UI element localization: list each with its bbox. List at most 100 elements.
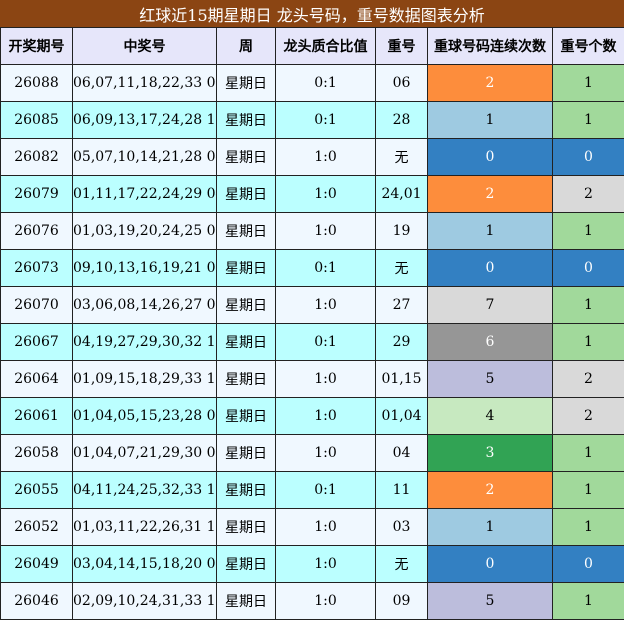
table-body: 2608806,07,11,18,22,33 05星期日0:1062126085…	[1, 65, 624, 620]
repeat-cell: 无	[376, 139, 428, 176]
ratio-cell: 0:1	[276, 472, 376, 509]
numbers-cell: 01,04,07,21,29,30 01	[73, 435, 217, 472]
table-row: 2604602,09,10,24,31,33 16星期日1:00951	[1, 583, 624, 620]
consecutive-cell: 7	[428, 287, 553, 324]
repeat-count-cell: 2	[553, 398, 624, 435]
ratio-cell: 0:1	[276, 250, 376, 287]
repeat-count-cell: 0	[553, 250, 624, 287]
consecutive-cell: 0	[428, 139, 553, 176]
ratio-cell: 1:0	[276, 509, 376, 546]
repeat-cell: 24,01	[376, 176, 428, 213]
repeat-count-cell: 1	[553, 472, 624, 509]
table-row: 2607003,06,08,14,26,27 08星期日1:02771	[1, 287, 624, 324]
repeat-count-cell: 2	[553, 361, 624, 398]
numbers-cell: 01,09,15,18,29,33 15	[73, 361, 217, 398]
table-row: 2606101,04,05,15,23,28 07星期日1:001,0442	[1, 398, 624, 435]
numbers-cell: 01,03,19,20,24,25 07	[73, 213, 217, 250]
issue-cell: 26076	[1, 213, 73, 250]
repeat-count-cell: 1	[553, 435, 624, 472]
ratio-cell: 0:1	[276, 324, 376, 361]
header-ratio: 龙头质合比值	[276, 28, 376, 65]
repeat-cell: 01,15	[376, 361, 428, 398]
table-row: 2608205,07,10,14,21,28 04星期日1:0无00	[1, 139, 624, 176]
ratio-cell: 1:0	[276, 398, 376, 435]
repeat-count-cell: 2	[553, 176, 624, 213]
weekday-cell: 星期日	[217, 65, 276, 102]
weekday-cell: 星期日	[217, 361, 276, 398]
table-row: 2605201,03,11,22,26,31 11星期日1:00311	[1, 509, 624, 546]
table-row: 2605504,11,24,25,32,33 13星期日0:11121	[1, 472, 624, 509]
weekday-cell: 星期日	[217, 139, 276, 176]
weekday-cell: 星期日	[217, 213, 276, 250]
issue-cell: 26052	[1, 509, 73, 546]
numbers-cell: 01,04,05,15,23,28 07	[73, 398, 217, 435]
issue-cell: 26073	[1, 250, 73, 287]
table-row: 2607309,10,13,16,19,21 08星期日0:1无00	[1, 250, 624, 287]
ratio-cell: 1:0	[276, 176, 376, 213]
repeat-count-cell: 1	[553, 324, 624, 361]
repeat-cell: 06	[376, 65, 428, 102]
table-row: 2605801,04,07,21,29,30 01星期日1:00431	[1, 435, 624, 472]
repeat-cell: 29	[376, 324, 428, 361]
table-title: 红球近15期星期日 龙头号码，重号数据图表分析	[0, 0, 624, 28]
repeat-count-cell: 1	[553, 287, 624, 324]
issue-cell: 26085	[1, 102, 73, 139]
weekday-cell: 星期日	[217, 509, 276, 546]
table-row: 2604903,04,14,15,18,20 02星期日1:0无00	[1, 546, 624, 583]
weekday-cell: 星期日	[217, 250, 276, 287]
table-row: 2607901,11,17,22,24,29 04星期日1:024,0122	[1, 176, 624, 213]
issue-cell: 26079	[1, 176, 73, 213]
header-repeat: 重号	[376, 28, 428, 65]
weekday-cell: 星期日	[217, 176, 276, 213]
numbers-cell: 09,10,13,16,19,21 08	[73, 250, 217, 287]
repeat-count-cell: 0	[553, 139, 624, 176]
repeat-cell: 11	[376, 472, 428, 509]
numbers-cell: 01,11,17,22,24,29 04	[73, 176, 217, 213]
repeat-cell: 27	[376, 287, 428, 324]
table-row: 2607601,03,19,20,24,25 07星期日1:01911	[1, 213, 624, 250]
lottery-data-table: 开奖期号 中奖号 周 龙头质合比值 重号 重球号码连续次数 重号个数 26088…	[0, 27, 624, 620]
repeat-count-cell: 0	[553, 546, 624, 583]
numbers-cell: 05,07,10,14,21,28 04	[73, 139, 217, 176]
header-issue: 开奖期号	[1, 28, 73, 65]
repeat-cell: 19	[376, 213, 428, 250]
issue-cell: 26070	[1, 287, 73, 324]
repeat-count-cell: 1	[553, 102, 624, 139]
issue-cell: 26058	[1, 435, 73, 472]
repeat-count-cell: 1	[553, 583, 624, 620]
issue-cell: 26064	[1, 361, 73, 398]
weekday-cell: 星期日	[217, 398, 276, 435]
ratio-cell: 1:0	[276, 435, 376, 472]
repeat-cell: 无	[376, 250, 428, 287]
numbers-cell: 03,04,14,15,18,20 02	[73, 546, 217, 583]
issue-cell: 26061	[1, 398, 73, 435]
table-row: 2608506,09,13,17,24,28 15星期日0:12811	[1, 102, 624, 139]
issue-cell: 26046	[1, 583, 73, 620]
repeat-count-cell: 1	[553, 65, 624, 102]
numbers-cell: 02,09,10,24,31,33 16	[73, 583, 217, 620]
table-row: 2606401,09,15,18,29,33 15星期日1:001,1552	[1, 361, 624, 398]
numbers-cell: 06,09,13,17,24,28 15	[73, 102, 217, 139]
weekday-cell: 星期日	[217, 546, 276, 583]
issue-cell: 26088	[1, 65, 73, 102]
ratio-cell: 1:0	[276, 583, 376, 620]
ratio-cell: 0:1	[276, 65, 376, 102]
table-row: 2608806,07,11,18,22,33 05星期日0:10621	[1, 65, 624, 102]
numbers-cell: 06,07,11,18,22,33 05	[73, 65, 217, 102]
analysis-table-panel: 红球近15期星期日 龙头号码，重号数据图表分析 开奖期号 中奖号 周 龙头质合比…	[0, 0, 624, 618]
table-row: 2606704,19,27,29,30,32 13星期日0:12961	[1, 324, 624, 361]
repeat-cell: 04	[376, 435, 428, 472]
header-numbers: 中奖号	[73, 28, 217, 65]
weekday-cell: 星期日	[217, 472, 276, 509]
weekday-cell: 星期日	[217, 287, 276, 324]
header-repeat-count: 重号个数	[553, 28, 624, 65]
consecutive-cell: 5	[428, 583, 553, 620]
issue-cell: 26049	[1, 546, 73, 583]
numbers-cell: 04,19,27,29,30,32 13	[73, 324, 217, 361]
weekday-cell: 星期日	[217, 324, 276, 361]
numbers-cell: 01,03,11,22,26,31 11	[73, 509, 217, 546]
issue-cell: 26082	[1, 139, 73, 176]
consecutive-cell: 5	[428, 361, 553, 398]
repeat-cell: 28	[376, 102, 428, 139]
consecutive-cell: 1	[428, 509, 553, 546]
